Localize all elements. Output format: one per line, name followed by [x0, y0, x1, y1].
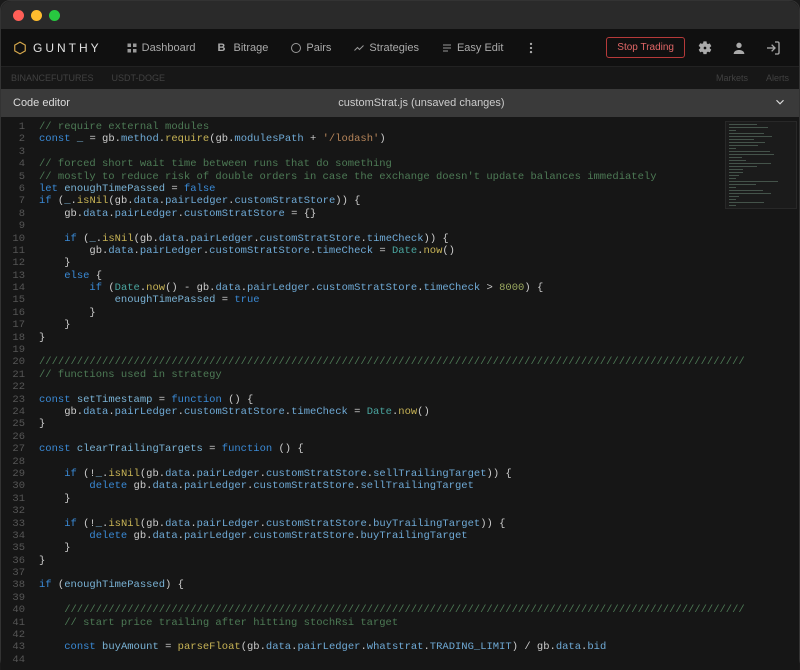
nav-pairs-label: Pairs [306, 42, 331, 54]
code-content[interactable]: // require external modulesconst _ = gb.… [31, 117, 799, 670]
code-editor-header: Code editor customStrat.js (unsaved chan… [1, 89, 799, 117]
logout-button[interactable] [759, 34, 787, 62]
nav-strategies[interactable]: Strategies [345, 38, 427, 58]
code-editor-filename: customStrat.js (unsaved changes) [70, 97, 773, 109]
settings-button[interactable] [691, 34, 719, 62]
nav-strategies-label: Strategies [369, 42, 419, 54]
code-editor[interactable]: 1234567891011121314151617181920212223242… [1, 117, 799, 670]
nav-bitrage[interactable]: B Bitrage [210, 38, 277, 58]
nav-dashboard-label: Dashboard [142, 42, 196, 54]
pair-label: USDT-DOGE [112, 73, 166, 83]
strategies-icon [353, 42, 365, 54]
bitrage-icon: B [218, 42, 230, 54]
easyedit-icon [441, 42, 453, 54]
more-menu[interactable] [517, 34, 545, 62]
close-icon[interactable] [13, 10, 24, 21]
minimap[interactable] [725, 121, 797, 209]
nav-easyedit-label: Easy Edit [457, 42, 503, 54]
minimize-icon[interactable] [31, 10, 42, 21]
exchange-subbar: BINANCEFUTURES USDT-DOGE Markets Alerts [1, 67, 799, 89]
collapse-editor-button[interactable] [773, 95, 787, 112]
logout-icon [765, 40, 781, 56]
top-nav: GUNTHY Dashboard B Bitrage Pairs Strateg… [1, 29, 799, 67]
nav-bitrage-label: Bitrage [234, 42, 269, 54]
nav-pairs[interactable]: Pairs [282, 38, 339, 58]
window-titlebar [1, 1, 799, 29]
stop-trading-button[interactable]: Stop Trading [606, 37, 685, 58]
brand: GUNTHY [13, 41, 102, 55]
gear-icon [697, 40, 713, 56]
chevron-down-icon [773, 95, 787, 109]
exchange-label: BINANCEFUTURES [11, 73, 94, 83]
user-icon [731, 40, 747, 56]
line-gutter: 1234567891011121314151617181920212223242… [1, 117, 31, 670]
brand-text: GUNTHY [33, 41, 102, 55]
nav-dashboard[interactable]: Dashboard [118, 38, 204, 58]
code-editor-title: Code editor [13, 97, 70, 109]
nav-easyedit[interactable]: Easy Edit [433, 38, 511, 58]
dashboard-icon [126, 42, 138, 54]
alerts-label: Alerts [766, 73, 789, 83]
markets-label: Markets [716, 73, 748, 83]
more-vertical-icon [524, 41, 538, 55]
maximize-icon[interactable] [49, 10, 60, 21]
brand-logo-icon [13, 41, 27, 55]
account-button[interactable] [725, 34, 753, 62]
pairs-icon [290, 42, 302, 54]
